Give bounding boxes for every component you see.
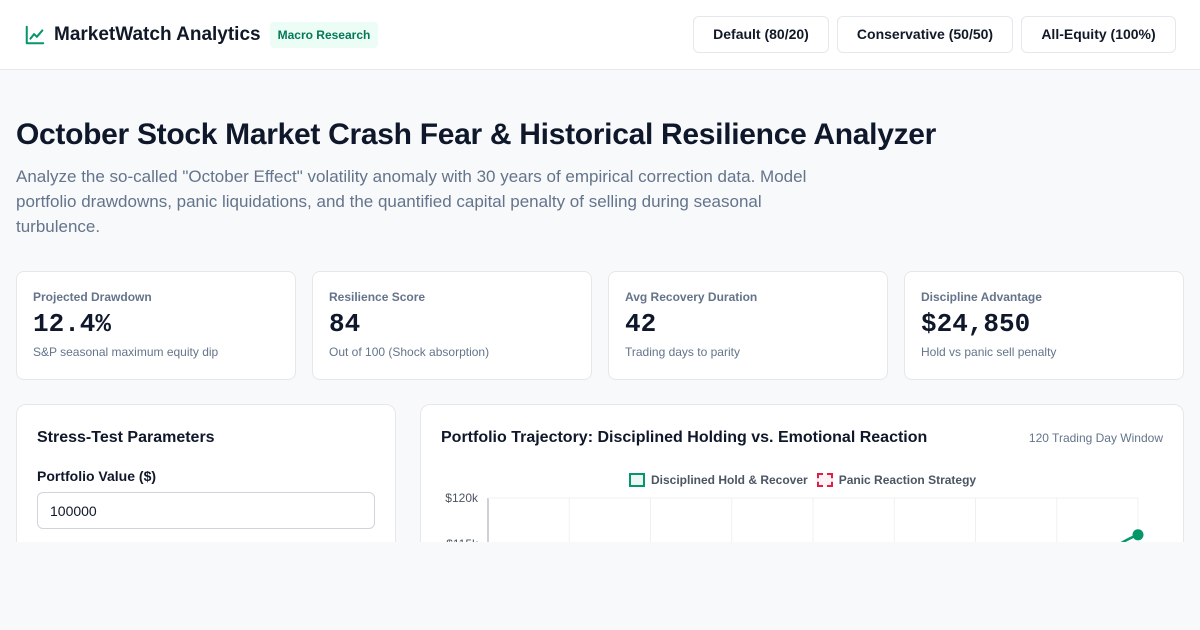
y-tick-label: $120k [445,491,479,505]
series-endpoint-hold [1132,529,1144,541]
chart-plot: $120k $115k [445,491,1144,542]
y-tick-label: $115k [446,537,479,542]
stress-test-panel: Stress-Test Parameters Portfolio Value (… [16,404,396,542]
portfolio-value-label: Portfolio Value ($) [37,468,157,484]
portfolio-value-input[interactable] [37,492,375,529]
chart-card: Portfolio Trajectory: Disciplined Holdin… [420,404,1184,542]
viewport-clip: Stress-Test Parameters Portfolio Value (… [0,0,1200,542]
panel-title: Stress-Test Parameters [37,429,215,446]
